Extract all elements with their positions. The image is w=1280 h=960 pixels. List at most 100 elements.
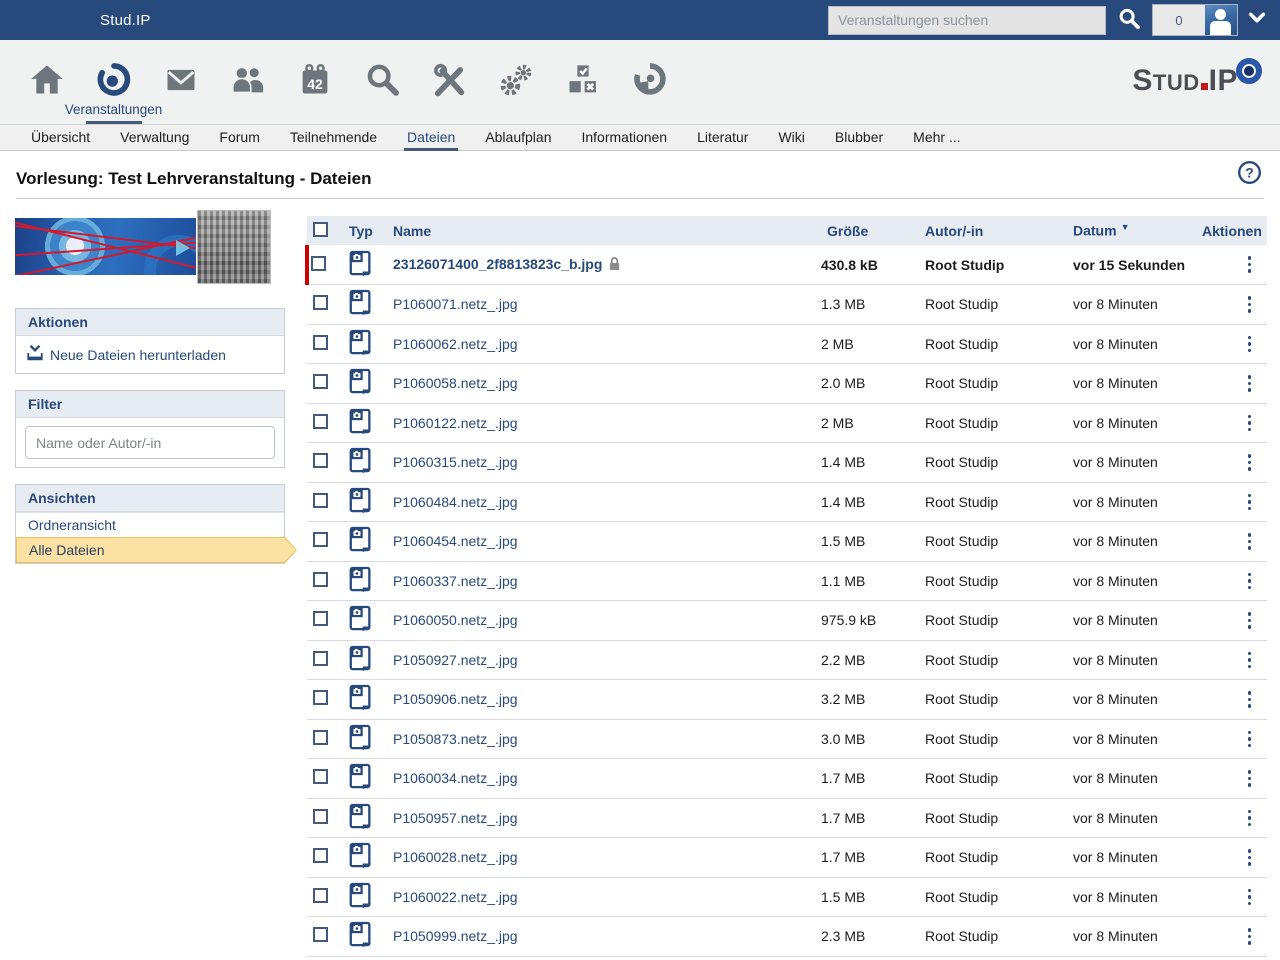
row-actions-menu-button[interactable] [1244, 608, 1256, 633]
image-file-icon [349, 619, 372, 635]
select-all-checkbox[interactable] [313, 222, 328, 237]
help-button[interactable]: ? [1237, 160, 1262, 188]
file-name-link[interactable]: P1060062.netz_.jpg [393, 336, 518, 352]
row-actions-menu-button[interactable] [1244, 924, 1256, 949]
file-name-link[interactable]: P1060022.netz_.jpg [393, 889, 518, 905]
file-name-link[interactable]: P1060337.netz_.jpg [393, 573, 518, 589]
row-checkbox[interactable] [313, 335, 328, 350]
toolbar-item-evaluation[interactable] [549, 62, 616, 103]
view-item-all-files[interactable]: Alle Dateien [16, 537, 284, 563]
row-checkbox[interactable] [313, 730, 328, 745]
row-checkbox[interactable] [313, 690, 328, 705]
file-name-link[interactable]: P1060484.netz_.jpg [393, 494, 518, 510]
toolbar-item-messages[interactable] [147, 62, 214, 103]
course-tab[interactable]: Forum [204, 125, 274, 150]
row-actions-menu-button[interactable] [1244, 292, 1256, 317]
row-checkbox[interactable] [313, 769, 328, 784]
course-tab[interactable]: Informationen [566, 125, 682, 150]
chevron-down-icon[interactable] [1248, 11, 1266, 30]
toolbar-item-feedback[interactable] [616, 62, 683, 103]
course-tab[interactable]: Übersicht [16, 125, 105, 150]
row-checkbox[interactable] [313, 651, 328, 666]
filter-box-title: Filter [16, 391, 284, 418]
score-counter[interactable]: 0 [1153, 5, 1205, 35]
course-tab[interactable]: Blubber [820, 125, 898, 150]
search-submit-button[interactable] [1116, 7, 1142, 33]
row-actions-menu-button[interactable] [1244, 569, 1256, 594]
files-table: Typ Name Größe Autor/-in Datum▼ Aktionen [305, 216, 1267, 957]
course-tab[interactable]: Literatur [682, 125, 763, 150]
file-name-link[interactable]: P1050873.netz_.jpg [393, 731, 518, 747]
table-row: P1050957.netz_.jpg 1.7 MB Root Studip vo… [307, 798, 1267, 838]
row-checkbox[interactable] [313, 611, 328, 626]
row-actions-menu-button[interactable] [1244, 252, 1256, 277]
row-actions-menu-button[interactable] [1244, 648, 1256, 673]
files-main: Typ Name Größe Autor/-in Datum▼ Aktionen [305, 199, 1265, 957]
course-tab[interactable]: Verwaltung [105, 125, 204, 150]
row-checkbox[interactable] [313, 453, 328, 468]
view-item-folder-view[interactable]: Ordneransicht [16, 512, 284, 537]
user-widget[interactable]: 0 [1152, 4, 1238, 36]
row-actions-menu-button[interactable] [1244, 332, 1256, 357]
row-checkbox[interactable] [313, 374, 328, 389]
views-box: Ansichten Ordneransicht Alle Dateien [15, 484, 285, 564]
header-name[interactable]: Name [385, 216, 817, 245]
course-tab[interactable]: Ablaufplan [470, 125, 566, 150]
row-actions-menu-button[interactable] [1244, 450, 1256, 475]
row-checkbox[interactable] [313, 888, 328, 903]
file-name-link[interactable]: P1060071.netz_.jpg [393, 296, 518, 312]
download-new-files-link[interactable]: Neue Dateien herunterladen [26, 342, 274, 367]
row-actions-menu-button[interactable] [1244, 529, 1256, 554]
avatar[interactable] [1205, 5, 1237, 35]
file-name-link[interactable]: P1060315.netz_.jpg [393, 454, 518, 470]
file-name-link[interactable]: P1050906.netz_.jpg [393, 691, 518, 707]
row-actions-menu-button[interactable] [1244, 845, 1256, 870]
global-search-input[interactable] [828, 6, 1106, 35]
toolbar-item-calendar[interactable]: 42 [281, 62, 348, 103]
file-author: Root Studip [917, 443, 1067, 483]
row-checkbox[interactable] [313, 532, 328, 547]
row-checkbox[interactable] [311, 256, 326, 271]
toolbar-item-search[interactable] [348, 62, 415, 103]
toolbar-item-home[interactable] [13, 62, 80, 103]
course-tab[interactable]: Teilnehmende [275, 125, 392, 150]
file-name-link[interactable]: P1060028.netz_.jpg [393, 849, 518, 865]
row-actions-menu-button[interactable] [1244, 727, 1256, 752]
row-checkbox[interactable] [313, 809, 328, 824]
course-tab[interactable]: Wiki [763, 125, 819, 150]
row-checkbox[interactable] [313, 414, 328, 429]
row-actions-menu-button[interactable] [1244, 687, 1256, 712]
file-name-link[interactable]: P1060058.netz_.jpg [393, 375, 518, 391]
course-tab[interactable]: Mehr ... [898, 125, 975, 150]
toolbar-item-tools[interactable] [415, 62, 482, 103]
toolbar-item-admin[interactable] [482, 62, 549, 103]
file-name-link[interactable]: P1050957.netz_.jpg [393, 810, 518, 826]
file-author: Root Studip [917, 759, 1067, 799]
file-name-link[interactable]: P1060122.netz_.jpg [393, 415, 518, 431]
file-name-link[interactable]: P1050927.netz_.jpg [393, 652, 518, 668]
filter-input[interactable] [25, 426, 275, 459]
row-actions-menu-button[interactable] [1244, 490, 1256, 515]
row-checkbox[interactable] [313, 493, 328, 508]
row-checkbox[interactable] [313, 927, 328, 942]
file-name-link[interactable]: P1060050.netz_.jpg [393, 612, 518, 628]
course-tab[interactable]: Dateien [392, 125, 470, 150]
row-checkbox[interactable] [313, 295, 328, 310]
header-size[interactable]: Größe [817, 216, 917, 245]
row-checkbox[interactable] [313, 572, 328, 587]
row-actions-menu-button[interactable] [1244, 411, 1256, 436]
header-date[interactable]: Datum▼ [1067, 216, 1194, 245]
row-actions-menu-button[interactable] [1244, 806, 1256, 831]
row-actions-menu-button[interactable] [1244, 766, 1256, 791]
row-checkbox[interactable] [313, 848, 328, 863]
header-author[interactable]: Autor/-in [917, 216, 1067, 245]
file-name-link[interactable]: P1060454.netz_.jpg [393, 533, 518, 549]
sort-desc-icon: ▼ [1121, 222, 1130, 232]
file-name-link[interactable]: P1060034.netz_.jpg [393, 770, 518, 786]
row-actions-menu-button[interactable] [1244, 371, 1256, 396]
row-actions-menu-button[interactable] [1244, 885, 1256, 910]
toolbar-item-courses[interactable]: Veranstaltungen [80, 62, 147, 103]
file-name-link[interactable]: P1050999.netz_.jpg [393, 928, 518, 944]
toolbar-item-community[interactable] [214, 62, 281, 103]
file-name-link[interactable]: 23126071400_2f8813823c_b.jpg [393, 256, 602, 272]
